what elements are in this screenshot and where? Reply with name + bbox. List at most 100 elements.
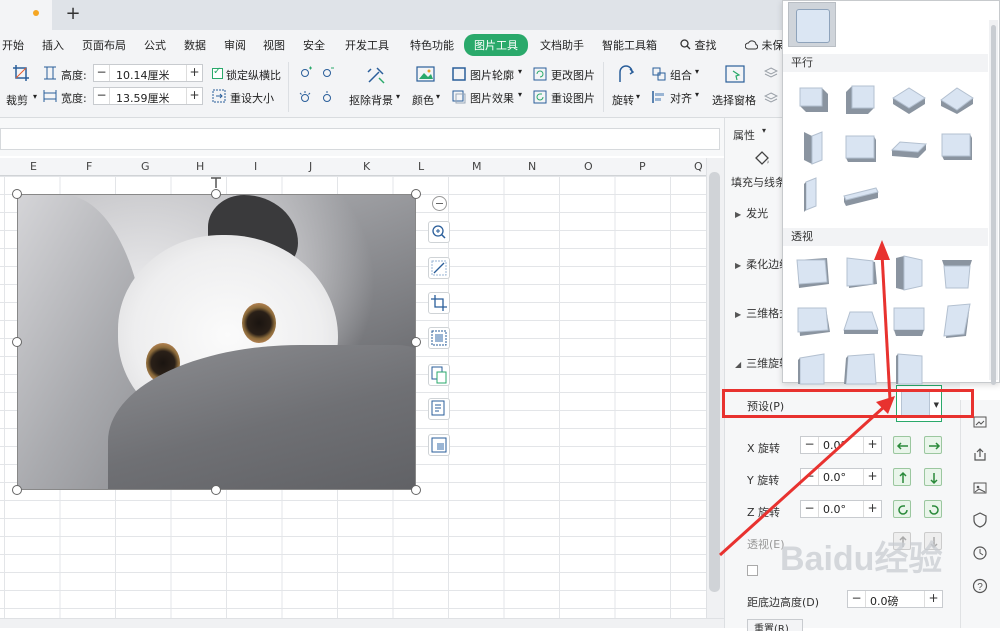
crop-dropdown-icon[interactable]: ▾ [33, 92, 37, 101]
group-dropdown-icon[interactable]: ▾ [695, 67, 699, 76]
column-header-i[interactable]: I [254, 160, 257, 173]
menu-home[interactable]: 开始 [2, 37, 24, 53]
crop-label[interactable]: 裁剪 [6, 92, 28, 108]
preset-parallel-1[interactable] [794, 80, 832, 118]
picture-effects-dropdown-icon[interactable]: ▾ [518, 90, 522, 99]
picture-effects-icon[interactable] [452, 90, 466, 104]
contrast-down-icon[interactable] [320, 90, 334, 104]
reset-button[interactable]: 重置(R) [747, 619, 803, 631]
preset-gallery-scrollbar-thumb[interactable] [991, 25, 996, 385]
resize-handle-top[interactable] [211, 189, 221, 199]
preset-no-rotation[interactable] [788, 2, 836, 47]
align-label[interactable]: 对齐 [670, 90, 692, 106]
group-icon[interactable] [652, 67, 666, 81]
color-icon[interactable] [415, 64, 437, 86]
rotate-dropdown-icon[interactable]: ▾ [636, 92, 640, 101]
column-header-g[interactable]: G [141, 160, 150, 173]
picture-outline-dropdown-icon[interactable]: ▾ [518, 67, 522, 76]
property-pane-title[interactable]: 属性 [733, 127, 755, 143]
picture-outline-label[interactable]: 图片轮廓 [470, 67, 514, 83]
resize-handle-bottom-left[interactable] [12, 485, 22, 495]
align-icon[interactable] [652, 90, 666, 104]
height-decrease-button[interactable]: − [94, 65, 110, 81]
rotate-label[interactable]: 旋转 [612, 92, 634, 108]
height-input[interactable]: − 10.14厘米 + [93, 64, 203, 82]
menu-view[interactable]: 视图 [263, 37, 285, 53]
preset-parallel-6[interactable] [842, 128, 880, 166]
menu-formulas[interactable]: 公式 [144, 37, 166, 53]
menu-smart-toolbox[interactable]: 智能工具箱 [602, 37, 657, 53]
remove-background-dropdown-icon[interactable]: ▾ [396, 92, 400, 101]
preset-parallel-3[interactable] [890, 80, 928, 118]
cat-picture[interactable] [17, 194, 416, 490]
image-icon[interactable] [972, 480, 988, 496]
preset-parallel-4[interactable] [938, 80, 976, 118]
preset-parallel-2[interactable] [842, 80, 880, 118]
column-header-e[interactable]: E [30, 160, 37, 173]
preset-perspective-4[interactable] [938, 254, 976, 292]
preset-parallel-9[interactable] [794, 176, 832, 214]
change-picture-label[interactable]: 更改图片 [551, 67, 595, 83]
mini-toolbar-collapse-button[interactable] [432, 196, 447, 211]
column-header-m[interactable]: M [472, 160, 482, 173]
menu-page-layout[interactable]: 页面布局 [82, 37, 126, 53]
mini-picture-layout-button[interactable] [428, 434, 450, 456]
column-header-f[interactable]: F [86, 160, 92, 173]
remove-background-label[interactable]: 抠除背景 [349, 92, 393, 108]
menu-insert[interactable]: 插入 [42, 37, 64, 53]
mini-crop-button[interactable] [428, 292, 450, 314]
column-header-o[interactable]: O [584, 160, 593, 173]
reset-picture-label[interactable]: 重设图片 [551, 90, 595, 106]
menu-find[interactable]: 查找 [680, 37, 717, 53]
contrast-up-icon[interactable] [298, 90, 312, 104]
column-header-k[interactable]: K [363, 160, 370, 173]
selection-pane-icon[interactable] [724, 64, 746, 86]
resize-handle-bottom-right[interactable] [411, 485, 421, 495]
group-label[interactable]: 组合 [670, 67, 692, 83]
picture-side-icon[interactable] [972, 414, 988, 430]
preset-perspective-8[interactable] [938, 302, 976, 340]
crop-icon[interactable] [12, 64, 30, 82]
brightness-down-icon[interactable] [320, 66, 334, 80]
selection-pane-label[interactable]: 选择窗格 [712, 92, 756, 108]
color-label[interactable]: 颜色 [412, 92, 434, 108]
resize-handle-right[interactable] [411, 337, 421, 347]
formula-input[interactable] [0, 128, 720, 150]
menu-special[interactable]: 特色功能 [410, 37, 454, 53]
menu-doc-assistant[interactable]: 文档助手 [540, 37, 584, 53]
rotate-icon[interactable] [616, 64, 638, 86]
resize-handle-left[interactable] [12, 337, 22, 347]
send-backward-icon[interactable] [764, 90, 778, 104]
y-rotate-down-button[interactable] [924, 468, 942, 486]
resize-handle-top-right[interactable] [411, 189, 421, 199]
menu-data[interactable]: 数据 [184, 37, 206, 53]
menu-cloud-save[interactable]: 未保 [744, 37, 784, 53]
menu-picture-tools[interactable]: 图片工具 [464, 34, 528, 56]
picture-outline-icon[interactable] [452, 67, 466, 81]
width-input[interactable]: − 13.59厘米 + [93, 87, 203, 105]
preset-parallel-10[interactable] [842, 176, 880, 214]
menu-security[interactable]: 安全 [303, 37, 325, 53]
color-dropdown-icon[interactable]: ▾ [436, 92, 440, 101]
preset-parallel-5[interactable] [794, 128, 832, 166]
rotate-handle-icon[interactable] [209, 176, 223, 190]
column-header-q[interactable]: Q [694, 160, 703, 173]
column-header-j[interactable]: J [309, 160, 312, 173]
horizontal-scrollbar[interactable] [0, 618, 724, 628]
preset-parallel-8[interactable] [938, 128, 976, 166]
resize-handle-bottom[interactable] [211, 485, 221, 495]
mini-picture-to-text-button[interactable] [428, 398, 450, 420]
menu-developer[interactable]: 开发工具 [345, 37, 389, 53]
height-increase-button[interactable]: + [186, 65, 202, 81]
property-pane-dropdown-icon[interactable]: ▾ [762, 126, 766, 135]
preset-parallel-7[interactable] [890, 128, 928, 166]
bring-forward-icon[interactable] [764, 67, 778, 81]
lock-ratio-label[interactable]: 锁定纵横比 [226, 67, 281, 83]
reset-picture-icon[interactable] [533, 90, 547, 104]
help-icon[interactable]: ? [972, 578, 988, 594]
mini-remove-background-button[interactable] [428, 257, 450, 279]
remove-background-icon[interactable] [365, 64, 387, 86]
width-decrease-button[interactable]: − [94, 88, 110, 104]
mini-change-picture-button[interactable] [428, 364, 450, 386]
x-rotate-right-button[interactable] [924, 436, 942, 454]
